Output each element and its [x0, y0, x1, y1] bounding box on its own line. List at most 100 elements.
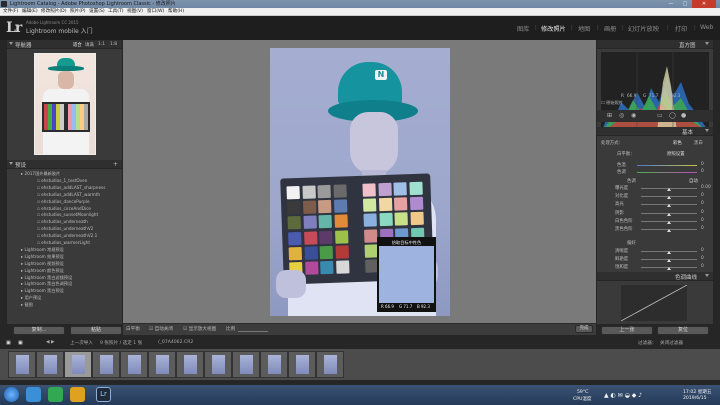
- tray-icons[interactable]: ▲ ◐ ✉ ◒ ◆ ♪: [604, 392, 642, 399]
- basic-header[interactable]: 基本: [597, 127, 713, 136]
- adjustment-brush-icon[interactable]: ●: [681, 112, 686, 119]
- preset-item[interactable]: ▫ ehstudios_underneath: [37, 219, 88, 224]
- slider-value[interactable]: 0: [701, 210, 704, 215]
- nav-arrows-icon[interactable]: ◀ ▶: [46, 340, 55, 345]
- preset-item[interactable]: ▫ ehstudios_underneathV2.1: [37, 233, 97, 238]
- filmstrip-thumb[interactable]: [288, 351, 316, 378]
- filmstrip-thumb-selected[interactable]: [64, 351, 92, 378]
- filmstrip-thumb[interactable]: [92, 351, 120, 378]
- module-develop[interactable]: 修改照片: [541, 24, 566, 33]
- filmstrip-thumb[interactable]: [120, 351, 148, 378]
- preset-item[interactable]: ▫ ehstudios_dancePurple: [37, 199, 90, 204]
- slider-knob[interactable]: [667, 251, 671, 254]
- maximize-button[interactable]: □: [678, 0, 692, 8]
- temp-value[interactable]: 0: [701, 162, 704, 167]
- preset-folder[interactable]: ▸ 截图: [21, 302, 33, 308]
- menu-tools[interactable]: 工具(T): [108, 8, 124, 16]
- filmstrip-thumb[interactable]: [148, 351, 176, 378]
- tone-curve-graph[interactable]: [621, 285, 687, 321]
- nav-1-1[interactable]: 1:1: [98, 42, 105, 47]
- auto-dismiss-checkbox[interactable]: ☑ 自动关闭: [149, 326, 173, 332]
- slider-value[interactable]: 0: [701, 264, 704, 269]
- clock-date[interactable]: 2019/6/15: [683, 396, 707, 401]
- nav-fit[interactable]: 适合: [73, 42, 82, 48]
- menu-develop[interactable]: 修改照片(D): [41, 8, 67, 16]
- nav-1-8[interactable]: 1:8: [110, 42, 117, 47]
- navigator-preview[interactable]: [34, 53, 96, 155]
- slider-knob[interactable]: [667, 188, 671, 191]
- app-icon-360[interactable]: [48, 387, 63, 402]
- minimize-button[interactable]: —: [664, 0, 678, 8]
- show-loupe-checkbox[interactable]: ☑ 显示放大视图: [183, 326, 216, 332]
- slider-value[interactable]: 0: [701, 256, 704, 261]
- slider-value[interactable]: 0: [701, 201, 704, 206]
- filmstrip-thumb[interactable]: [204, 351, 232, 378]
- module-map[interactable]: 地图: [578, 24, 590, 33]
- graduated-filter-icon[interactable]: ▭: [657, 112, 663, 119]
- slider-value[interactable]: 0: [701, 248, 704, 253]
- done-button[interactable]: 完成: [575, 325, 593, 333]
- preset-item[interactable]: ▫ ehstudios_circeAndDice: [37, 206, 91, 211]
- app-icon-lightroom[interactable]: Lr: [96, 387, 111, 402]
- slider-value[interactable]: 0: [701, 193, 704, 198]
- temp-slider[interactable]: [637, 165, 697, 166]
- nav-fill[interactable]: 填满: [85, 42, 94, 48]
- slider-knob[interactable]: [667, 220, 671, 224]
- filmstrip-thumb[interactable]: [260, 351, 288, 378]
- paste-button[interactable]: 粘贴: [70, 326, 122, 335]
- red-eye-icon[interactable]: ◉: [631, 112, 636, 119]
- current-filename[interactable]: /_07A4062.CR2: [158, 340, 193, 345]
- treatment-bw[interactable]: 黑白: [694, 140, 703, 146]
- preset-item[interactable]: ▫ ehstudios_underneathV2: [37, 226, 93, 231]
- add-preset-icon[interactable]: +: [113, 161, 118, 168]
- menu-settings[interactable]: 设置(S): [89, 8, 105, 16]
- spot-removal-icon[interactable]: ◎: [619, 112, 624, 119]
- mobile-getting-started[interactable]: Lightroom mobile 入门: [26, 26, 93, 35]
- copy-button[interactable]: 复制...: [13, 326, 65, 335]
- menu-file[interactable]: 文件(F): [3, 8, 18, 16]
- slider-knob[interactable]: [667, 259, 671, 262]
- view-icon-1[interactable]: ▣: [6, 340, 11, 346]
- preset-item[interactable]: ▫ ehstudios_addLAST_warmth: [37, 192, 100, 197]
- preset-item[interactable]: ▫ ehstudios_warmerLight: [37, 240, 90, 245]
- radial-filter-icon[interactable]: ◯: [669, 112, 676, 119]
- scale-slider[interactable]: [238, 331, 268, 332]
- app-icon-edge[interactable]: [26, 387, 41, 402]
- tint-slider[interactable]: [637, 172, 697, 173]
- menu-window[interactable]: 窗口(W): [147, 8, 164, 16]
- original-photo-checkbox[interactable]: ☐ 原始照片: [601, 100, 623, 106]
- close-button[interactable]: ✕: [692, 0, 716, 8]
- slider-knob[interactable]: [667, 267, 671, 270]
- preset-folder[interactable]: ▸ 用户预设: [21, 295, 41, 301]
- start-button-icon[interactable]: [4, 387, 19, 402]
- filmstrip-thumb[interactable]: [232, 351, 260, 378]
- slider-knob[interactable]: [667, 196, 671, 200]
- menu-photo[interactable]: 照片(P): [70, 8, 86, 16]
- previous-button[interactable]: 上一张: [601, 326, 653, 335]
- slider-knob[interactable]: [667, 204, 671, 208]
- slider-value[interactable]: 0.00: [701, 185, 711, 190]
- preset-folder[interactable]: ▸ Lightroom 黑白色调预设: [21, 281, 72, 287]
- crop-tool-icon[interactable]: ⊞: [607, 112, 612, 119]
- preset-folder[interactable]: ▸ Lightroom 颜色预设: [21, 268, 64, 274]
- reset-button[interactable]: 复位: [657, 326, 709, 335]
- treatment-color[interactable]: 彩色: [673, 140, 682, 146]
- preset-item[interactable]: ▫ ehstudios_sunsetMoonlight: [37, 212, 98, 217]
- filter-dropdown[interactable]: 关闭过滤器: [660, 340, 683, 346]
- tint-value[interactable]: 0: [701, 169, 704, 174]
- preset-folder[interactable]: ▸ Lightroom 视频预设: [21, 261, 64, 267]
- slider-value[interactable]: 0: [701, 218, 704, 223]
- preset-folder[interactable]: ▸ Lightroom 黑白滤镜预设: [21, 275, 72, 281]
- view-icon-2[interactable]: ▣: [18, 340, 23, 346]
- auto-tone-button[interactable]: 自动: [689, 178, 698, 184]
- previous-import[interactable]: 上一次导入: [70, 340, 93, 346]
- app-icon-folder[interactable]: [70, 387, 85, 402]
- filmstrip-thumb[interactable]: [176, 351, 204, 378]
- preset-folder[interactable]: ▸ Lightroom 效果预设: [21, 254, 64, 260]
- slider-value[interactable]: 0: [701, 226, 704, 231]
- presets-header[interactable]: 预设 +: [7, 160, 122, 169]
- preset-item[interactable]: ▫ ehstudios_1_testOven: [37, 178, 87, 183]
- wb-dropdown[interactable]: 原照设置: [667, 151, 685, 157]
- menu-help[interactable]: 帮助(H): [168, 8, 184, 16]
- filmstrip-thumb[interactable]: [8, 351, 36, 378]
